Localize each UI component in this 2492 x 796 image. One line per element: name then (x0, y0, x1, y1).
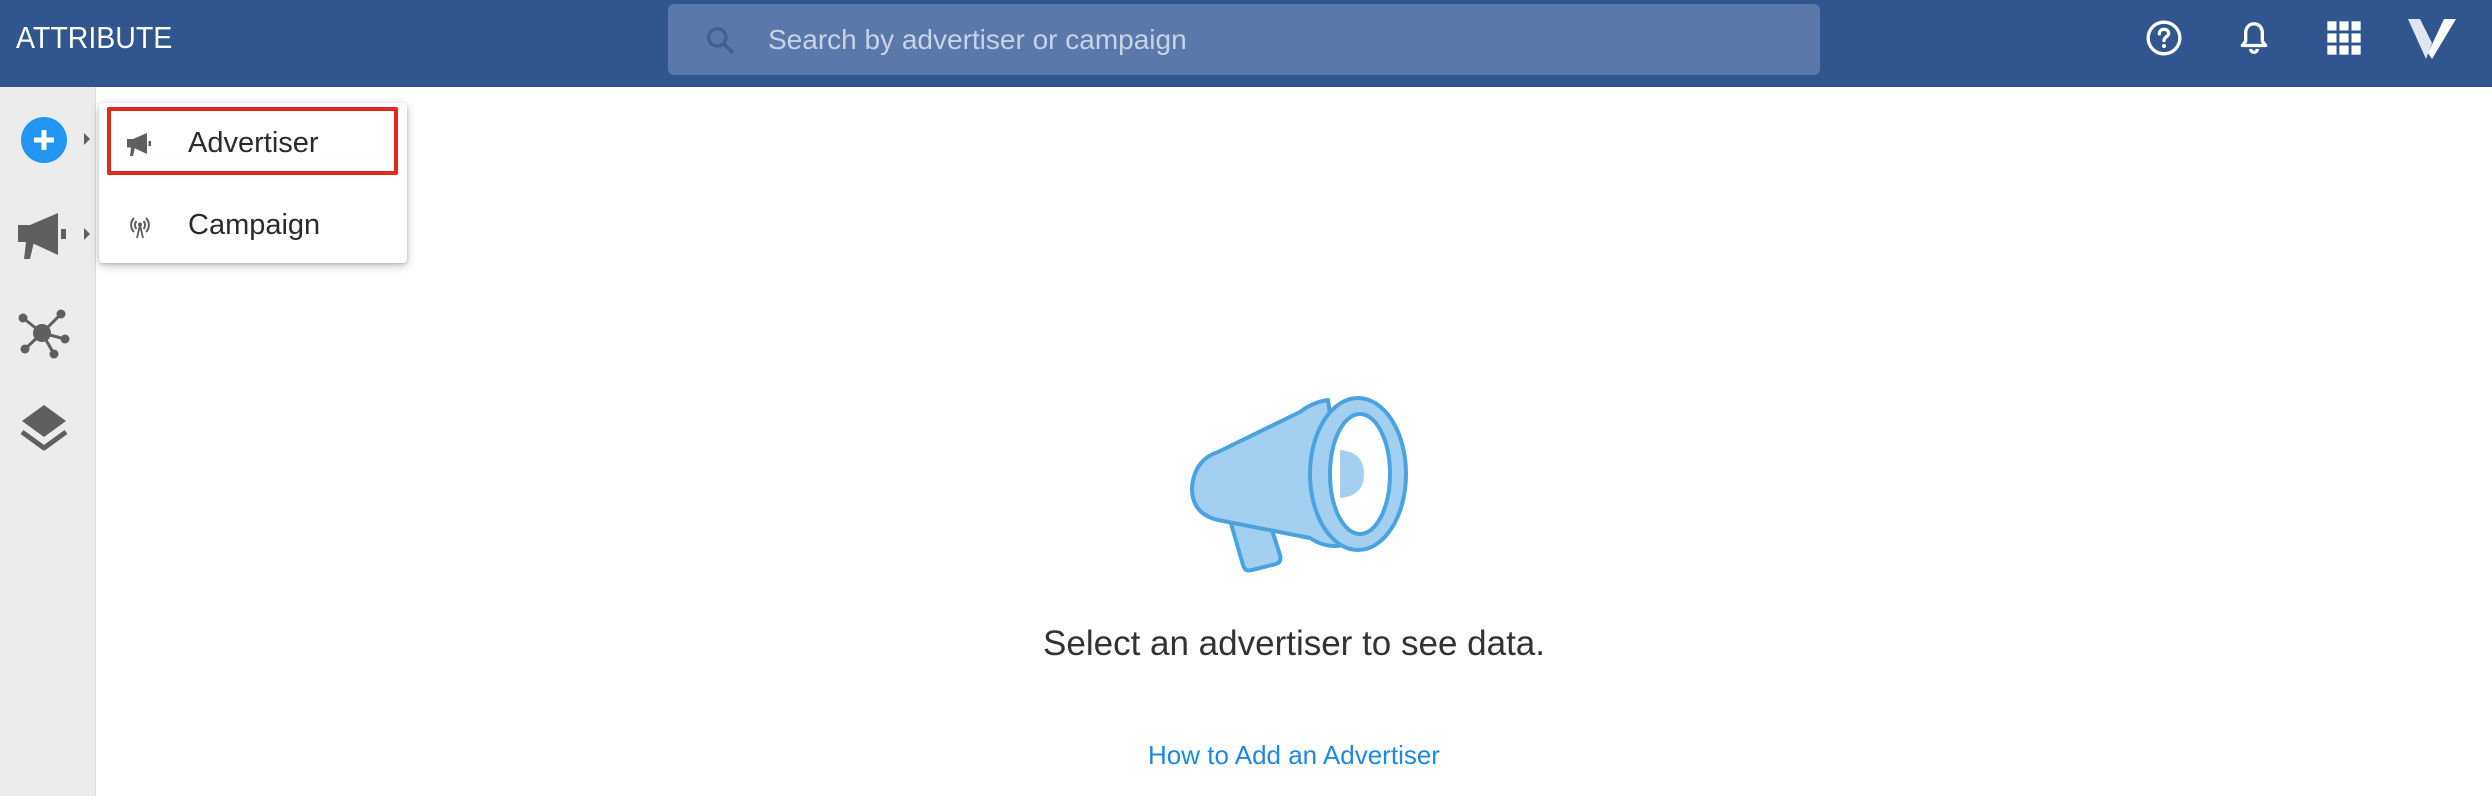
megaphone-illustration (1190, 396, 1408, 573)
megaphone-icon (127, 133, 151, 156)
sidebar-item-layers[interactable] (14, 399, 74, 459)
search-icon (707, 27, 734, 54)
network-icon (18, 309, 70, 359)
sidebar-item-add[interactable] (14, 110, 74, 170)
layers-icon (20, 405, 68, 451)
search-box[interactable] (668, 4, 1820, 75)
empty-state-message: Select an advertiser to see data. (1043, 624, 1545, 663)
submenu-caret-icon (84, 133, 90, 145)
menu-item-label: Advertiser (188, 127, 319, 159)
help-icon[interactable] (2144, 18, 2184, 58)
app-brand[interactable]: ATTRIBUTE (16, 20, 172, 56)
menu-item-advertiser[interactable]: Advertiser (99, 107, 407, 179)
menu-item-campaign[interactable]: Campaign (99, 189, 407, 261)
search-input[interactable] (768, 16, 1768, 64)
apps-grid-icon[interactable] (2324, 18, 2364, 58)
sidebar-item-network[interactable] (14, 303, 74, 363)
logo-v-icon[interactable] (2406, 14, 2458, 64)
top-bar: ATTRIBUTE (0, 0, 2492, 87)
submenu-caret-icon (84, 228, 90, 240)
sidebar (0, 87, 96, 796)
how-to-add-advertiser-link[interactable]: How to Add an Advertiser (96, 740, 2492, 771)
sidebar-item-advertisers[interactable] (14, 205, 74, 265)
broadcast-icon (130, 217, 150, 239)
menu-item-label: Campaign (188, 209, 321, 241)
bell-icon[interactable] (2234, 18, 2274, 58)
megaphone-icon (18, 213, 66, 259)
plus-circle-icon (21, 117, 67, 163)
add-menu: Advertiser Campaign (99, 103, 407, 263)
